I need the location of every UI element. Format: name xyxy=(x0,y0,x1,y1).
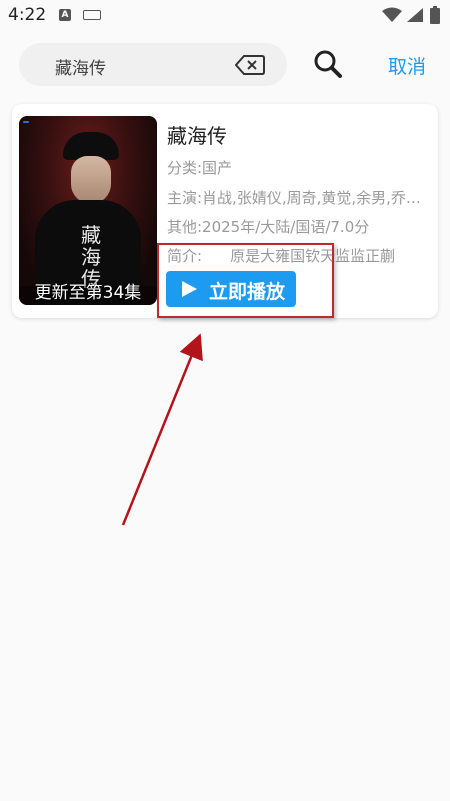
category-text: 分类:国产 xyxy=(167,159,233,177)
cancel-button[interactable]: 取消 xyxy=(388,52,426,79)
battery-icon xyxy=(430,6,440,24)
wifi-icon xyxy=(382,7,402,22)
search-input[interactable]: 藏海传 xyxy=(55,54,106,79)
poster-figure-face xyxy=(71,156,111,204)
status-time: 4:22 xyxy=(8,5,47,25)
search-field[interactable]: 藏海传 xyxy=(19,43,287,86)
status-bar: 4:22 A xyxy=(0,0,450,34)
clear-text-icon[interactable] xyxy=(235,54,265,76)
keyboard-icon xyxy=(83,10,101,20)
annotation-highlight-box xyxy=(157,243,334,318)
a-notification-icon: A xyxy=(59,9,71,21)
episode-update-label: 更新至第34集 xyxy=(34,283,142,303)
other-info-text: 其他:2025年/大陆/国语/7.0分 xyxy=(167,218,370,236)
result-title[interactable]: 藏海传 xyxy=(167,120,227,149)
poster-image[interactable]: 藏海传 更新至第34集 xyxy=(19,116,157,305)
cast-text: 主演:肖战,张婧仪,周奇,黄觉,余男,乔振宇,郭 xyxy=(167,189,432,207)
search-icon[interactable] xyxy=(313,49,343,79)
signal-icon xyxy=(407,8,423,22)
poster-badge xyxy=(23,121,29,123)
